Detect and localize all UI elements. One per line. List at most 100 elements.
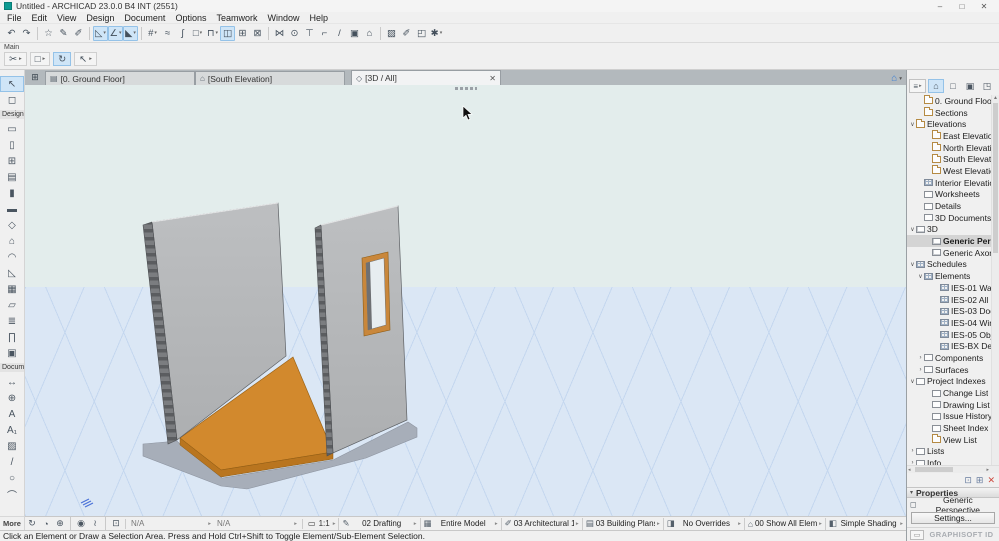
guide-lines-icon[interactable]: ◺: [93, 25, 108, 41]
tab-ground-floor[interactable]: ▤ [0. Ground Floor]: [45, 71, 195, 85]
tree-item[interactable]: ∨ Elevations: [907, 118, 991, 130]
delete-button[interactable]: ✕: [987, 475, 995, 486]
adjust-icon[interactable]: ⊙: [287, 26, 302, 41]
tab-south-elevation[interactable]: ⌂ [South Elevation]: [195, 71, 345, 85]
tree-expand-icon[interactable]: ›: [917, 367, 924, 373]
tree-item[interactable]: Details: [907, 200, 991, 212]
resize-icon[interactable]: ▣: [347, 26, 362, 41]
favorites-icon[interactable]: ☆: [41, 26, 56, 41]
tree-item[interactable]: IES-05 Object Inventory: [907, 329, 991, 341]
tree-item[interactable]: › Components: [907, 352, 991, 364]
tree-item[interactable]: Change List: [907, 387, 991, 399]
beam-tool[interactable]: ▬: [0, 201, 24, 217]
stair-tool[interactable]: ≣: [0, 313, 24, 329]
tree-item[interactable]: 0. Ground Floor: [907, 95, 991, 107]
polyline-tool[interactable]: ⌒: [0, 486, 24, 502]
layer-combination-option[interactable]: ▤ 03 Building Plans: [581, 517, 663, 530]
project-map-tab[interactable]: ⌂: [928, 79, 944, 93]
inject-parameters-icon[interactable]: ✐: [71, 26, 86, 41]
pen-set-option[interactable]: ✎ 02 Drafting: [338, 517, 419, 530]
curtain-wall-tool[interactable]: ▤: [0, 169, 24, 185]
toolbox-section-design[interactable]: Design: [0, 110, 24, 119]
marquee-tool[interactable]: ◻: [0, 92, 24, 108]
close-button[interactable]: ✕: [973, 2, 995, 11]
zoom-level-dropdown[interactable]: ▭ 1:1: [305, 519, 338, 528]
offset-icon[interactable]: ⌂: [362, 26, 377, 41]
window-tool[interactable]: ⊞: [0, 153, 24, 169]
menu-document[interactable]: Document: [119, 13, 170, 23]
arrow-tool[interactable]: ↖: [0, 76, 24, 92]
scale-field[interactable]: N/A: [128, 518, 214, 529]
tree-item[interactable]: IES-01 Wall Schedule: [907, 282, 991, 294]
dimension-style-option[interactable]: ✐ 03 Architectural 100: [500, 517, 582, 530]
tree-expand-icon[interactable]: ›: [917, 355, 924, 361]
arrow-tool-button[interactable]: ↖: [74, 52, 97, 66]
profile-manager-icon[interactable]: ✐: [399, 26, 414, 41]
camera-field[interactable]: N/A: [214, 518, 300, 529]
look-around-icon[interactable]: ◔: [39, 518, 53, 530]
tree-expand-icon[interactable]: ∨: [909, 261, 916, 268]
viewport-3d[interactable]: [25, 85, 906, 516]
tree-item[interactable]: › Surfaces: [907, 364, 991, 376]
settings-button[interactable]: Settings...: [911, 512, 995, 524]
tree-expand-icon[interactable]: ∨: [917, 273, 924, 280]
wall-tool[interactable]: ▭: [0, 121, 24, 137]
tree-item[interactable]: IES-03 Door Schedule: [907, 305, 991, 317]
graphisoft-id-icon[interactable]: ▭: [910, 529, 924, 540]
tree-item[interactable]: Issue History: [907, 411, 991, 423]
more-options-icon[interactable]: ✱: [429, 26, 444, 41]
snap-points-icon[interactable]: ◣: [123, 25, 138, 41]
menu-window[interactable]: Window: [262, 13, 304, 23]
label-tool[interactable]: A₁: [0, 422, 24, 438]
tree-item[interactable]: › Info: [907, 457, 991, 465]
tree-item[interactable]: ∨ Elements: [907, 270, 991, 282]
line-tool[interactable]: /: [0, 454, 24, 470]
menu-help[interactable]: Help: [305, 13, 334, 23]
graphic-override-option[interactable]: ◨ No Overrides: [662, 517, 744, 530]
tree-item[interactable]: IES-BX Default format: [907, 340, 991, 352]
tree-item[interactable]: Generic Perspective: [907, 235, 991, 247]
cancel-icon[interactable]: ⊠: [250, 26, 265, 41]
explore-icon[interactable]: ◉: [74, 518, 88, 530]
trace-reference-icon[interactable]: □: [190, 26, 205, 41]
slice-button[interactable]: ✂: [4, 52, 27, 66]
minimize-button[interactable]: –: [929, 2, 951, 11]
view-map-tab[interactable]: □: [945, 79, 961, 93]
column-tool[interactable]: ▮: [0, 185, 24, 201]
tab-close-icon[interactable]: ✕: [489, 74, 496, 83]
object-tool[interactable]: ▣: [0, 345, 24, 361]
fit-in-window-icon[interactable]: ⊡: [109, 518, 123, 530]
morph-tool[interactable]: ◺: [0, 265, 24, 281]
tree-item[interactable]: IES-02 All Openings: [907, 294, 991, 306]
intersect-icon[interactable]: ⊤: [302, 26, 317, 41]
menu-teamwork[interactable]: Teamwork: [211, 13, 262, 23]
undo-icon[interactable]: ↶: [4, 26, 19, 41]
new-folder-button[interactable]: ⊞: [976, 475, 984, 486]
level-dimension-tool[interactable]: ⊕: [0, 390, 24, 406]
tree-expand-icon[interactable]: ∨: [909, 226, 916, 233]
popup-navigator-button[interactable]: ⌂: [891, 73, 902, 84]
grid-snap-icon[interactable]: #: [145, 26, 160, 41]
scrollbar-thumb[interactable]: [915, 467, 953, 472]
tree-item[interactable]: ∨ 3D: [907, 224, 991, 236]
clone-folder-button[interactable]: ⊡: [964, 475, 972, 486]
scrollbar-thumb[interactable]: [993, 103, 998, 253]
3d-style-option[interactable]: ◧ Simple Shading: [824, 517, 906, 530]
pick-up-parameters-icon[interactable]: ✎: [56, 26, 71, 41]
tree-item[interactable]: South Elevation (Auto-rebuild Model): [907, 153, 991, 165]
marquee-button[interactable]: □: [29, 52, 51, 66]
menu-view[interactable]: View: [52, 13, 81, 23]
renovation-filter-option[interactable]: ⌂ 00 Show All Elements: [743, 517, 825, 530]
tree-item[interactable]: View List: [907, 434, 991, 446]
zoom-icon[interactable]: ⊕: [53, 518, 67, 530]
partial-structure-option[interactable]: ▦ Entire Model: [419, 517, 501, 530]
zone-tool[interactable]: ▱: [0, 297, 24, 313]
tree-item[interactable]: ∨ Schedules: [907, 259, 991, 271]
tree-horizontal-scrollbar[interactable]: ◂ ▸: [907, 465, 999, 473]
tree-item[interactable]: East Elevation (Auto-rebuild Model): [907, 130, 991, 142]
tree-item[interactable]: Sheet Index: [907, 422, 991, 434]
arc-tool[interactable]: ○: [0, 470, 24, 486]
tree-item[interactable]: North Elevation (Auto-rebuild Model): [907, 142, 991, 154]
project-chooser-button[interactable]: ≡: [909, 79, 926, 93]
maximize-button[interactable]: □: [951, 2, 973, 11]
